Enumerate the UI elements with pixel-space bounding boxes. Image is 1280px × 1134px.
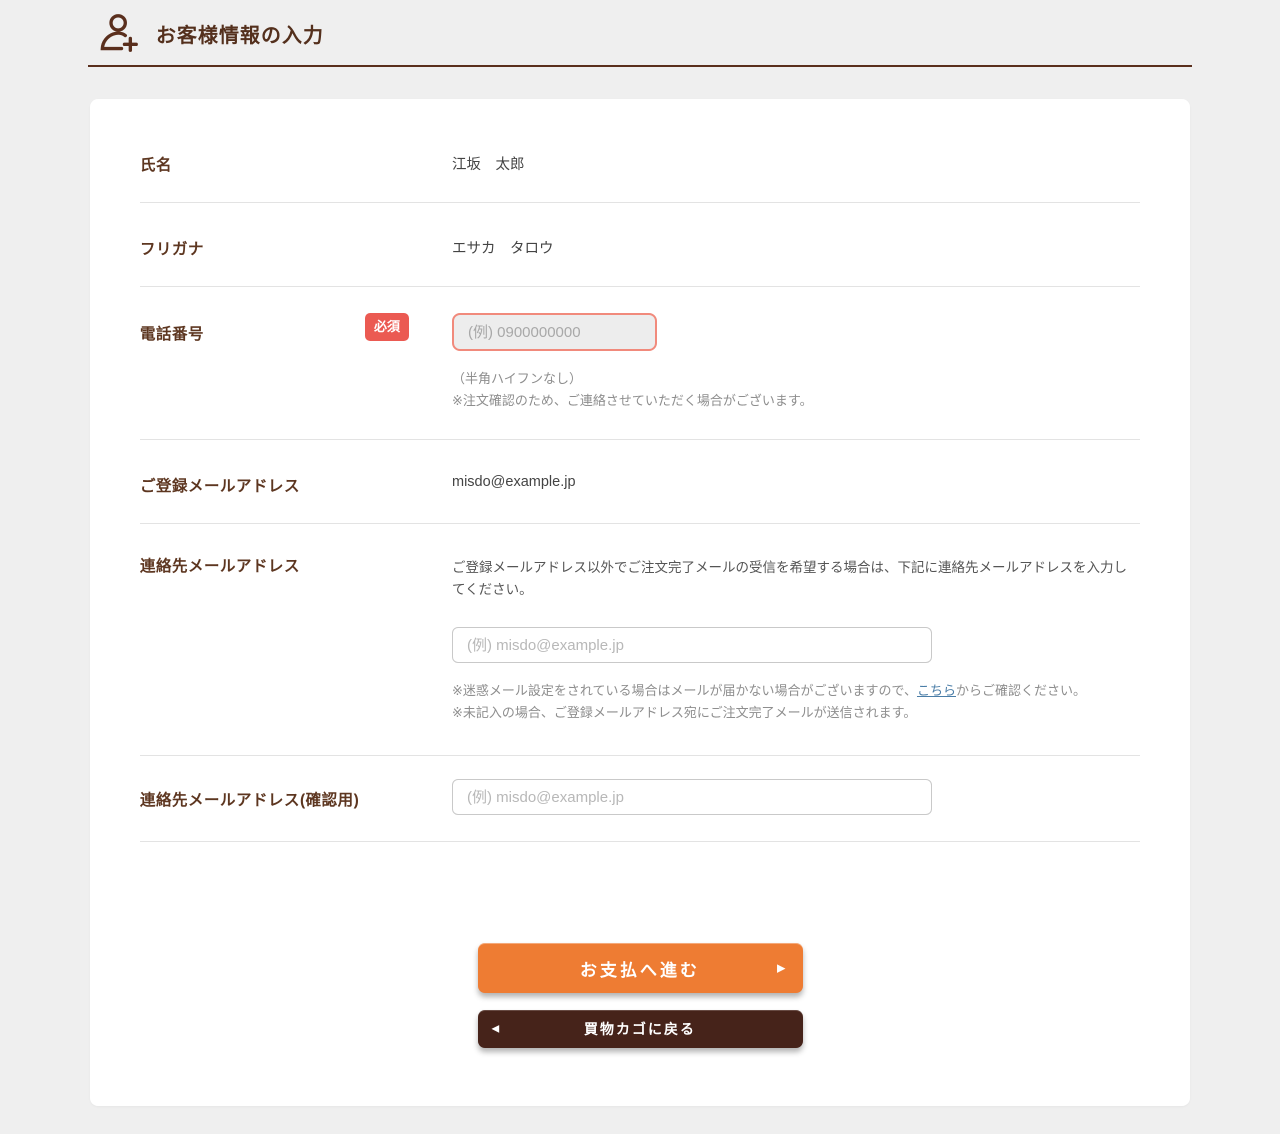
name-value: 江坂 太郎 xyxy=(452,153,1140,175)
contact-email-notes: ※迷惑メール設定をされている場合はメールが届かない場合がございますので、こちらか… xyxy=(452,680,1140,724)
contact-email-input[interactable] xyxy=(452,627,932,663)
person-add-icon xyxy=(98,12,140,54)
contact-email-confirm-cell xyxy=(452,779,1140,815)
blank-note: ※未記入の場合、ご登録メールアドレス宛にご注文完了メールが送信されます。 xyxy=(452,702,1140,724)
required-badge: 必須 xyxy=(365,313,409,341)
row-contact-email-confirm: 連絡先メールアドレス(確認用) xyxy=(140,756,1140,842)
back-to-cart-button[interactable]: ◀ 買物カゴに戻る xyxy=(478,1010,803,1048)
furigana-value: エサカ タロウ xyxy=(452,237,1140,259)
spam-settings-link[interactable]: こちら xyxy=(917,683,956,698)
row-phone: 電話番号 必須 （半角ハイフンなし） ※注文確認のため、ご連絡させていただく場合… xyxy=(140,287,1140,440)
phone-label-cell: 電話番号 必須 xyxy=(140,313,452,412)
name-label: 氏名 xyxy=(140,153,452,175)
row-name: 氏名 江坂 太郎 xyxy=(140,119,1140,203)
arrow-right-icon: ▶ xyxy=(777,962,785,975)
spam-note: ※迷惑メール設定をされている場合はメールが届かない場合がございますので、こちらか… xyxy=(452,680,1140,702)
contact-email-confirm-input[interactable] xyxy=(452,779,932,815)
registered-email-label: ご登録メールアドレス xyxy=(140,474,452,496)
contact-email-label: 連絡先メールアドレス xyxy=(140,554,452,724)
contact-email-description: ご登録メールアドレス以外でご注文完了メールの受信を希望する場合は、下記に連絡先メ… xyxy=(452,554,1140,601)
registered-email-value: misdo@example.jp xyxy=(452,474,1140,496)
proceed-to-payment-button[interactable]: お支払へ進む ▶ xyxy=(478,943,803,993)
phone-note-format: （半角ハイフンなし） xyxy=(452,368,1140,390)
row-furigana: フリガナ エサカ タロウ xyxy=(140,203,1140,287)
phone-input[interactable] xyxy=(452,313,657,351)
spam-note-text-after: からご確認ください。 xyxy=(956,683,1086,698)
phone-note-contact: ※注文確認のため、ご連絡させていただく場合がございます。 xyxy=(452,390,1140,412)
contact-email-input-wrap xyxy=(452,627,1140,663)
arrow-left-icon: ◀ xyxy=(492,1024,500,1035)
phone-field-cell: （半角ハイフンなし） ※注文確認のため、ご連絡させていただく場合がございます。 xyxy=(452,313,1140,412)
contact-email-confirm-label: 連絡先メールアドレス(確認用) xyxy=(140,779,452,815)
phone-notes: （半角ハイフンなし） ※注文確認のため、ご連絡させていただく場合がございます。 xyxy=(452,368,1140,412)
form-actions: お支払へ進む ▶ ◀ 買物カゴに戻る xyxy=(140,943,1140,1048)
row-contact-email: 連絡先メールアドレス ご登録メールアドレス以外でご注文完了メールの受信を希望する… xyxy=(140,524,1140,756)
phone-label: 電話番号 xyxy=(140,313,204,344)
proceed-button-label: お支払へ進む xyxy=(580,956,700,981)
page-header: お客様情報の入力 xyxy=(88,0,1192,67)
spam-note-text-before: ※迷惑メール設定をされている場合はメールが届かない場合がございますので、 xyxy=(452,683,917,698)
customer-info-card: 氏名 江坂 太郎 フリガナ エサカ タロウ 電話番号 必須 （半角ハイフンなし）… xyxy=(90,99,1190,1106)
furigana-label: フリガナ xyxy=(140,237,452,259)
row-registered-email: ご登録メールアドレス misdo@example.jp xyxy=(140,440,1140,524)
back-button-label: 買物カゴに戻る xyxy=(584,1019,696,1039)
page-title: お客様情報の入力 xyxy=(156,19,324,48)
contact-email-cell: ご登録メールアドレス以外でご注文完了メールの受信を希望する場合は、下記に連絡先メ… xyxy=(452,554,1140,724)
